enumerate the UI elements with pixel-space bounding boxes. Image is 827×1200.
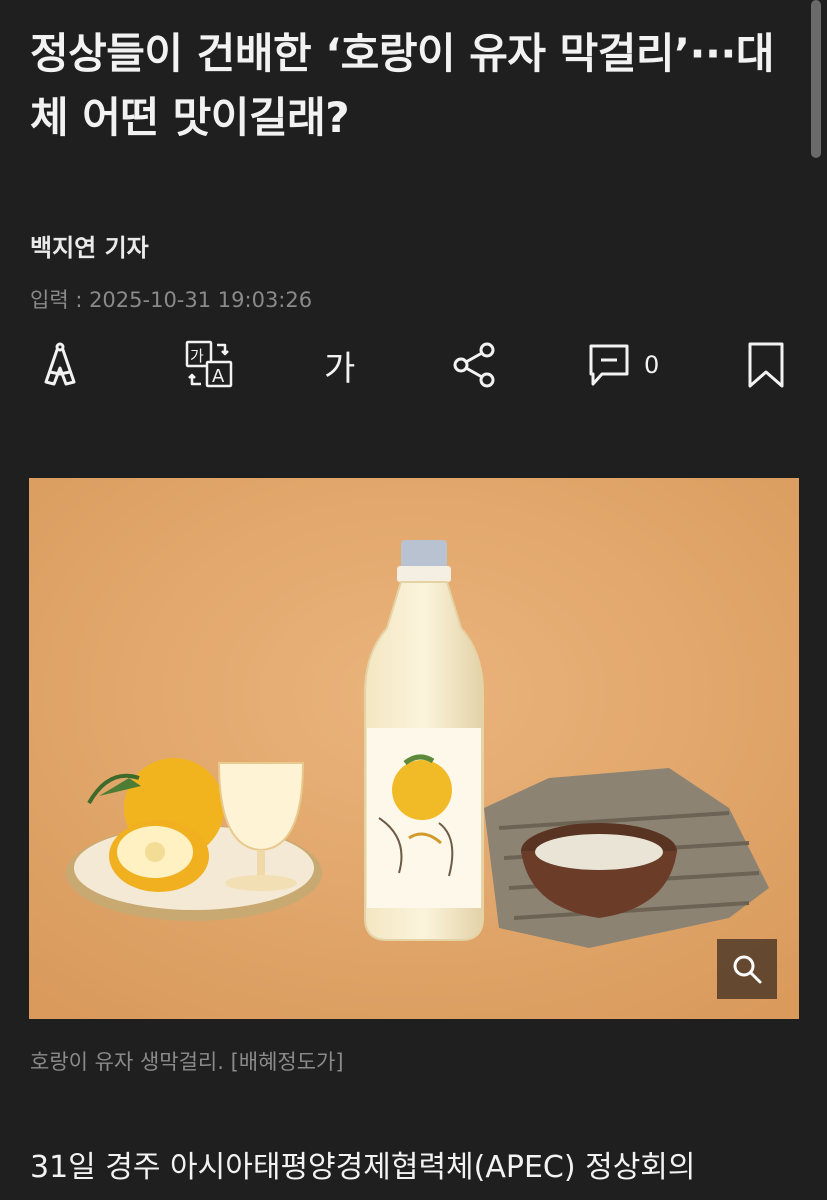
font-size-label: 가 [324,348,356,389]
bookmark-icon [748,342,784,388]
reporter-name[interactable]: 백지연 기자 [30,228,149,263]
published-date: 입력 : 2025-10-31 19:03:26 [30,288,313,312]
share-button[interactable] [452,330,498,400]
translate-button[interactable]: 가 A [185,330,235,400]
ai-summary-button[interactable] [40,330,80,400]
comment-button[interactable]: 0 [588,330,659,400]
bookmark-button[interactable] [746,330,786,400]
comment-count: 0 [644,351,660,379]
ai-summary-icon [44,342,76,386]
translate-icon: 가 A [185,340,233,388]
photo-zoom-button[interactable] [717,939,777,999]
article-body-first-line: 31일 경주 아시아태평양경제협력체(APEC) 정상회의 [30,1150,696,1185]
font-size-button[interactable]: 가 [324,330,355,400]
photo-caption: 호랑이 유자 생막걸리. [배혜정도가] [30,1050,344,1074]
magnifier-icon [733,955,762,984]
comment-icon [589,344,629,386]
article-photo[interactable] [29,478,799,1019]
svg-text:A: A [212,366,225,387]
article-headline: 정상들이 건배한 ‘호랑이 유자 막걸리’···대체 어떤 맛이길래? [30,29,775,142]
scrollbar[interactable] [811,0,821,158]
share-icon [453,342,495,388]
article-toolbar: 가 A 가 0 [0,330,827,400]
makgeolli-photo-illustration [29,478,799,1019]
svg-text:가: 가 [190,347,204,365]
